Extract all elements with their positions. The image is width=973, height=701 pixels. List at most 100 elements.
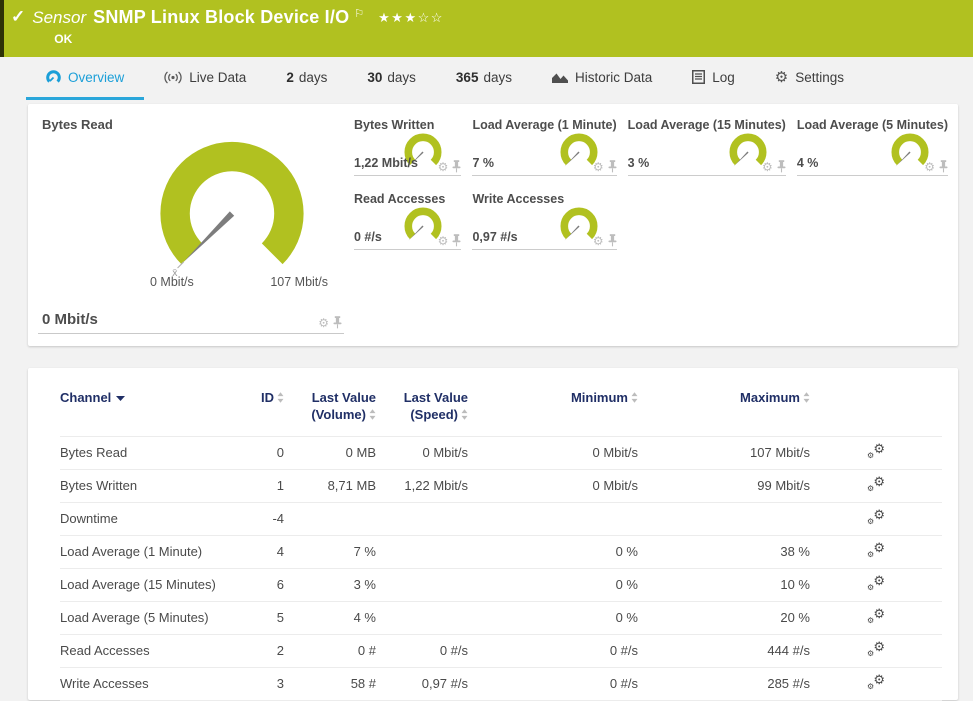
gauge-pin-icon[interactable] xyxy=(608,234,617,247)
gauge-settings-gear-icon[interactable]: ⚙ xyxy=(438,161,449,173)
channel-settings-gears-icon[interactable]: ⚙⚙ xyxy=(867,443,885,459)
primary-gauge-cell[interactable]: Bytes Read x̄ 0 Mbit/s 107 Mbit/s 0 Mbit… xyxy=(38,112,344,334)
table-row: Bytes Written 1 8,71 MB 1,22 Mbit/s 0 Mb… xyxy=(60,469,942,502)
tab-settings[interactable]: ⚙ Settings xyxy=(755,57,864,100)
cell-channel: Bytes Read xyxy=(60,436,250,469)
cell-speed xyxy=(376,601,468,634)
cell-speed xyxy=(376,568,468,601)
gauge-settings-gear-icon[interactable]: ⚙ xyxy=(762,161,773,173)
gauge-scale-max: 107 Mbit/s xyxy=(270,275,328,289)
gauge-value: 0 #/s xyxy=(354,230,382,244)
cell-channel: Load Average (15 Minutes) xyxy=(60,568,250,601)
cell-maximum: 20 % xyxy=(638,601,810,634)
cell-speed: 0,97 #/s xyxy=(376,667,468,700)
col-header-minimum[interactable]: Minimum xyxy=(468,386,638,436)
sort-icon xyxy=(369,409,376,420)
tab-365-days[interactable]: 365 days xyxy=(436,57,532,100)
col-header-actions xyxy=(810,386,942,436)
gauge-value: 4 % xyxy=(797,156,819,170)
cell-minimum: 0 Mbit/s xyxy=(468,469,638,502)
gauge-cell-write-accesses[interactable]: Write Accesses 0,97 #/s ⚙ xyxy=(472,192,616,250)
gauge-settings-gear-icon[interactable]: ⚙ xyxy=(924,161,935,173)
cell-volume: 4 % xyxy=(284,601,376,634)
tab-log[interactable]: Log xyxy=(672,57,755,100)
gauges-panel: Bytes Read x̄ 0 Mbit/s 107 Mbit/s 0 Mbit… xyxy=(28,104,958,346)
channel-settings-gears-icon[interactable]: ⚙⚙ xyxy=(867,641,885,657)
sort-icon xyxy=(631,392,638,403)
cell-speed xyxy=(376,535,468,568)
cell-channel: Load Average (1 Minute) xyxy=(60,535,250,568)
cell-id: 4 xyxy=(250,535,284,568)
header-edge-strip xyxy=(0,0,4,57)
cell-volume: 58 # xyxy=(284,667,376,700)
sensor-status-badge: OK xyxy=(32,32,444,46)
channel-settings-gears-icon[interactable]: ⚙⚙ xyxy=(867,509,885,525)
stars-empty[interactable]: ☆☆ xyxy=(418,10,444,25)
channel-settings-gears-icon[interactable]: ⚙⚙ xyxy=(867,608,885,624)
cell-id: 2 xyxy=(250,634,284,667)
gauge-cell-load-15min[interactable]: Load Average (15 Minutes) 3 % ⚙ xyxy=(628,118,786,176)
channel-settings-gears-icon[interactable]: ⚙⚙ xyxy=(867,575,885,591)
channel-settings-gears-icon[interactable]: ⚙⚙ xyxy=(867,542,885,558)
tab-365-days-number: 365 xyxy=(456,70,479,85)
cell-id: -4 xyxy=(250,502,284,535)
gauge-cell-load-5min[interactable]: Load Average (5 Minutes) 4 % ⚙ xyxy=(797,118,948,176)
gauge-cell-load-1min[interactable]: Load Average (1 Minute) 7 % ⚙ xyxy=(472,118,616,176)
cell-maximum: 99 Mbit/s xyxy=(638,469,810,502)
tab-historic-data[interactable]: Historic Data xyxy=(532,57,672,100)
gauge-title: Write Accesses xyxy=(472,192,616,206)
cell-maximum: 38 % xyxy=(638,535,810,568)
col-header-last-value-volume[interactable]: Last Value (Volume) xyxy=(284,386,376,436)
object-kind-label: Sensor xyxy=(32,8,86,28)
gauge-cell-read-accesses[interactable]: Read Accesses 0 #/s ⚙ xyxy=(354,192,461,250)
tab-log-label: Log xyxy=(712,70,735,85)
gauge-pin-icon[interactable] xyxy=(777,160,786,173)
gauge-title: Read Accesses xyxy=(354,192,461,206)
gauge-settings-gear-icon[interactable]: ⚙ xyxy=(593,235,604,247)
gauge-pin-icon[interactable] xyxy=(608,160,617,173)
cell-minimum: 0 Mbit/s xyxy=(468,436,638,469)
col-header-last-value-speed[interactable]: Last Value (Speed) xyxy=(376,386,468,436)
channel-settings-gears-icon[interactable]: ⚙⚙ xyxy=(867,674,885,690)
sort-icon xyxy=(803,392,810,403)
tab-30-days-label: days xyxy=(387,70,416,85)
tab-live-data[interactable]: Live Data xyxy=(144,57,266,100)
gauge-pin-icon[interactable] xyxy=(452,160,461,173)
tab-overview-label: Overview xyxy=(68,70,124,85)
col-header-channel[interactable]: Channel xyxy=(60,386,250,436)
tab-overview[interactable]: Overview xyxy=(26,57,144,100)
gauge-value: 3 % xyxy=(628,156,650,170)
tab-2-days-label: days xyxy=(299,70,328,85)
cell-channel: Bytes Written xyxy=(60,469,250,502)
cell-minimum: 0 #/s xyxy=(468,667,638,700)
gauge-value: 1,22 Mbit/s xyxy=(354,156,418,170)
gauge-settings-gear-icon[interactable]: ⚙ xyxy=(318,317,329,329)
cell-speed: 0 #/s xyxy=(376,634,468,667)
gauge-settings-gear-icon[interactable]: ⚙ xyxy=(593,161,604,173)
area-chart-icon xyxy=(552,71,568,83)
gauge-pin-icon[interactable] xyxy=(333,316,342,329)
table-row: Bytes Read 0 0 MB 0 Mbit/s 0 Mbit/s 107 … xyxy=(60,436,942,469)
table-row: Write Accesses 3 58 # 0,97 #/s 0 #/s 285… xyxy=(60,667,942,700)
gauge-title: Load Average (15 Minutes) xyxy=(628,118,786,132)
col-header-maximum[interactable]: Maximum xyxy=(638,386,810,436)
gauge-cell-bytes-written[interactable]: Bytes Written 1,22 Mbit/s ⚙ xyxy=(354,118,461,176)
cell-channel: Write Accesses xyxy=(60,667,250,700)
cell-id: 3 xyxy=(250,667,284,700)
cell-volume: 0 MB xyxy=(284,436,376,469)
gauge-pin-icon[interactable] xyxy=(939,160,948,173)
channel-settings-gears-icon[interactable]: ⚙⚙ xyxy=(867,476,885,492)
cell-volume: 8,71 MB xyxy=(284,469,376,502)
flag-icon[interactable]: ⚐ xyxy=(354,7,364,20)
tab-2-days-number: 2 xyxy=(286,70,294,85)
tab-30-days[interactable]: 30 days xyxy=(347,57,436,100)
gauge-pin-icon[interactable] xyxy=(452,234,461,247)
priority-stars[interactable]: ★★★☆☆ xyxy=(378,10,444,26)
primary-gauge: x̄ xyxy=(134,132,330,279)
stars-filled[interactable]: ★★★ xyxy=(378,10,417,25)
col-header-id[interactable]: ID xyxy=(250,386,284,436)
sort-icon xyxy=(461,409,468,420)
gauge-settings-gear-icon[interactable]: ⚙ xyxy=(438,235,449,247)
tab-2-days[interactable]: 2 days xyxy=(266,57,347,100)
tab-live-data-label: Live Data xyxy=(189,70,246,85)
